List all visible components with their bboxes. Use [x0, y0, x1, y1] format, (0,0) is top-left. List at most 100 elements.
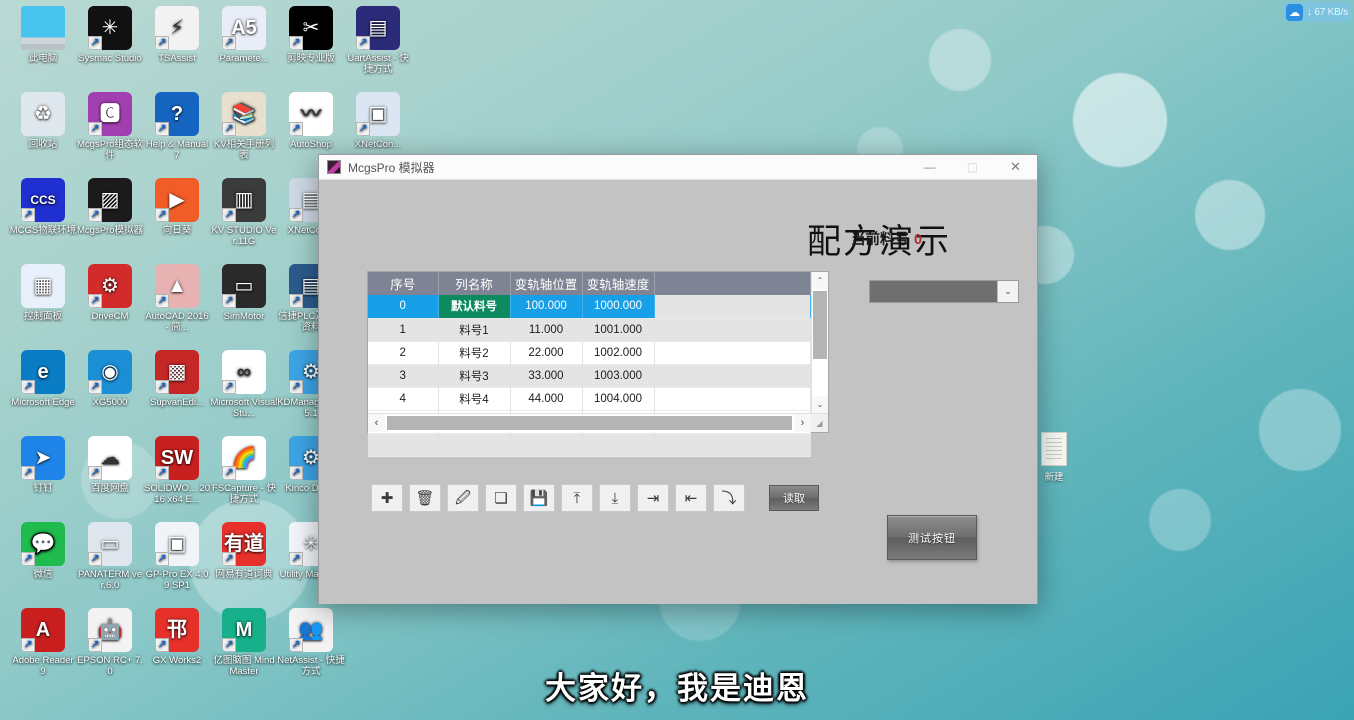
vertical-scrollbar[interactable]: ⌃ ⌄ — [811, 272, 828, 413]
desktop-icon-sunflower[interactable]: ▶ ↗ 向日葵 — [143, 178, 211, 236]
scroll-left-icon[interactable]: ‹ — [368, 414, 385, 432]
cell-blank[interactable] — [654, 318, 811, 342]
desktop[interactable]: 此电脑 ✳ ↗ Sysmac Studio ⚡ ↗ TSAssist A5 ↗ Paramete.… — [0, 0, 1354, 720]
desktop-icon-gp-pro-ex[interactable]: ▣ ↗ GP-Pro EX 4.09 SP1 — [143, 522, 211, 591]
desktop-icon-dingtalk[interactable]: ➤ ↗ 钉钉 — [9, 436, 77, 494]
col-header-index[interactable]: 序号 — [368, 272, 439, 295]
scroll-up-icon[interactable]: ⌃ — [812, 272, 828, 289]
cell-index[interactable]: 0 — [368, 295, 439, 319]
desktop-icon-xnetcon[interactable]: ▣ ↗ XNetCon... — [344, 92, 412, 150]
cell-position[interactable]: 22.000 — [510, 341, 583, 365]
cell-empty[interactable] — [368, 433, 439, 457]
scroll-right-icon[interactable]: › — [794, 414, 811, 432]
cell-blank[interactable] — [654, 387, 811, 411]
desktop-icon-drivecm[interactable]: ⚙ ↗ DriveCM — [76, 264, 144, 322]
recipe-table-container[interactable]: 序号 列名称 变轨轴位置 变轨轴速度 0 默认料号 100.000 1000.000 … — [367, 271, 829, 457]
resize-grip-icon[interactable]: ◢ — [811, 414, 828, 432]
cell-index[interactable]: 2 — [368, 341, 439, 365]
add-row-icon[interactable]: ✚ — [371, 484, 403, 512]
desktop-icon-this-pc[interactable]: 此电脑 — [9, 6, 77, 64]
chevron-down-icon[interactable]: ⌄ — [997, 281, 1018, 302]
desktop-icon-autocad[interactable]: ▲ ↗ AutoCAD 2016 - 简... — [143, 264, 211, 333]
desktop-icon-uartassist[interactable]: ▤ ↗ UartAssist - 快捷方式 — [344, 6, 412, 75]
test-button[interactable]: 测试按钮 — [887, 515, 977, 560]
desktop-icon-mcgspro-config[interactable]: 🅲 ↗ McgsPro组态软件 — [76, 92, 144, 161]
desktop-icon-jianying[interactable]: ✂ ↗ 剪映专业版 — [277, 6, 345, 64]
cell-position[interactable]: 33.000 — [510, 364, 583, 388]
vertical-scroll-track[interactable] — [812, 289, 828, 396]
scroll-down-icon[interactable]: ⌄ — [812, 396, 828, 413]
desktop-icon-supvanedit[interactable]: ▩ ↗ SupvanEdi... — [143, 350, 211, 408]
desktop-icon-kv-manual[interactable]: 📚 ↗ KV相关手册列表 — [210, 92, 278, 161]
close-button[interactable]: ✕ — [994, 155, 1037, 180]
desktop-icon-gx-works2[interactable]: 邗 ↗ GX Works2 — [143, 608, 211, 666]
network-speed-widget[interactable]: ☁ ↓ 67 KB/s — [1284, 2, 1352, 22]
desktop-icon-mcgspro-sim[interactable]: ▨ ↗ McgsPro模拟器 — [76, 178, 144, 236]
cell-index[interactable]: 4 — [368, 387, 439, 411]
desktop-icon-autoshop[interactable]: 〰 ↗ AutoShop — [277, 92, 345, 150]
col-header-name[interactable]: 列名称 — [438, 272, 511, 295]
move-bottom-icon[interactable]: ⤓ — [599, 484, 631, 512]
desktop-icon-baidu-netdisk[interactable]: ☁ ↗ 百度网盘 — [76, 436, 144, 494]
desktop-icon-youdao-dict[interactable]: 有道 ↗ 网易有道词典 — [210, 522, 278, 580]
maximize-button[interactable]: ▢ — [951, 155, 994, 180]
recipe-toolbar[interactable]: ✚ 🗑 🖉 ❏ 💾 ⤒ ⤓ ⇥ ⇤ ⤵ 读取 — [371, 484, 819, 512]
cell-blank[interactable] — [654, 295, 811, 319]
read-button[interactable]: 读取 — [769, 485, 819, 511]
desktop-icon-visual-studio[interactable]: ∞ ↗ Microsoft Visual Stu... — [210, 350, 278, 419]
cell-name[interactable]: 料号3 — [438, 364, 511, 388]
table-row-empty[interactable] — [368, 433, 811, 457]
cell-speed[interactable]: 1002.000 — [582, 341, 655, 365]
desktop-icon-simmotor[interactable]: ▭ ↗ SimMotor — [210, 264, 278, 322]
table-row[interactable]: 1 料号1 11.000 1001.000 — [368, 318, 811, 342]
desktop-icon-parameter[interactable]: A5 ↗ Paramete... — [210, 6, 278, 64]
cell-name[interactable]: 料号2 — [438, 341, 511, 365]
cell-speed[interactable]: 1004.000 — [582, 387, 655, 411]
cell-position[interactable]: 11.000 — [510, 318, 583, 342]
edit-row-icon[interactable]: 🖉 — [447, 484, 479, 512]
part-number-select-value[interactable] — [870, 281, 997, 302]
cell-name[interactable]: 默认料号 — [438, 295, 511, 319]
export-file-icon[interactable]: ⇤ — [675, 484, 707, 512]
cell-speed[interactable]: 1001.000 — [582, 318, 655, 342]
horizontal-scroll-track[interactable] — [385, 414, 794, 432]
col-header-blank[interactable] — [654, 272, 811, 295]
delete-row-icon[interactable]: 🗑 — [409, 484, 441, 512]
desktop-icon-solidworks[interactable]: SW ↗ SOLIDWO... 2016 x64 E... — [143, 436, 211, 505]
move-top-icon[interactable]: ⤒ — [561, 484, 593, 512]
desktop-icon-recycle-bin[interactable]: ♻ 回收站 — [9, 92, 77, 150]
desktop-icon-control-panel[interactable]: ▦ 控制面板 — [9, 264, 77, 322]
table-row[interactable]: 4 料号4 44.000 1004.000 — [368, 387, 811, 411]
mcgspro-simulator-window[interactable]: McgsPro 模拟器 — ▢ ✕ 配方演示 当前料号 0 ⌄ 测试按钮 序号 … — [318, 154, 1038, 604]
table-row[interactable]: 3 料号3 33.000 1003.000 — [368, 364, 811, 388]
table-row[interactable]: 2 料号2 22.000 1002.000 — [368, 341, 811, 365]
cell-empty[interactable] — [438, 433, 511, 457]
horizontal-scrollbar[interactable]: ‹ › ◢ — [368, 413, 828, 432]
desktop-icon-fscapture[interactable]: 🌈 ↗ FSCapture - 快捷方式 — [210, 436, 278, 505]
desktop-icon-help-manual[interactable]: ? ↗ Help & Manual 7 — [143, 92, 211, 161]
desktop-icon-tsassist[interactable]: ⚡ ↗ TSAssist — [143, 6, 211, 64]
desktop-icon-sysmac-studio[interactable]: ✳ ↗ Sysmac Studio — [76, 6, 144, 64]
copy-row-icon[interactable]: ❏ — [485, 484, 517, 512]
cell-empty[interactable] — [654, 433, 811, 457]
cell-blank[interactable] — [654, 364, 811, 388]
table-row[interactable]: 0 默认料号 100.000 1000.000 — [368, 295, 811, 319]
minimize-button[interactable]: — — [908, 155, 951, 180]
import-file-icon[interactable]: ⇥ — [637, 484, 669, 512]
window-titlebar[interactable]: McgsPro 模拟器 — ▢ ✕ — [319, 155, 1037, 180]
cell-position[interactable]: 44.000 — [510, 387, 583, 411]
cell-empty[interactable] — [582, 433, 655, 457]
cell-name[interactable]: 料号4 — [438, 387, 511, 411]
download-icon[interactable]: ⤵ — [713, 484, 745, 512]
col-header-speed[interactable]: 变轨轴速度 — [582, 272, 655, 295]
cell-index[interactable]: 1 — [368, 318, 439, 342]
cell-blank[interactable] — [654, 341, 811, 365]
cell-speed[interactable]: 1003.000 — [582, 364, 655, 388]
desktop-icon-xg5000[interactable]: ◉ ↗ XG5000 — [76, 350, 144, 408]
vertical-scroll-thumb[interactable] — [813, 291, 827, 359]
part-number-select[interactable]: ⌄ — [869, 280, 1019, 303]
col-header-position[interactable]: 变轨轴位置 — [510, 272, 583, 295]
desktop-icon-mcgs-iot[interactable]: CCS ↗ MCGS物联环境 — [9, 178, 77, 236]
cell-speed[interactable]: 1000.000 — [582, 295, 655, 319]
desktop-icon-edge[interactable]: e ↗ Microsoft Edge — [9, 350, 77, 408]
